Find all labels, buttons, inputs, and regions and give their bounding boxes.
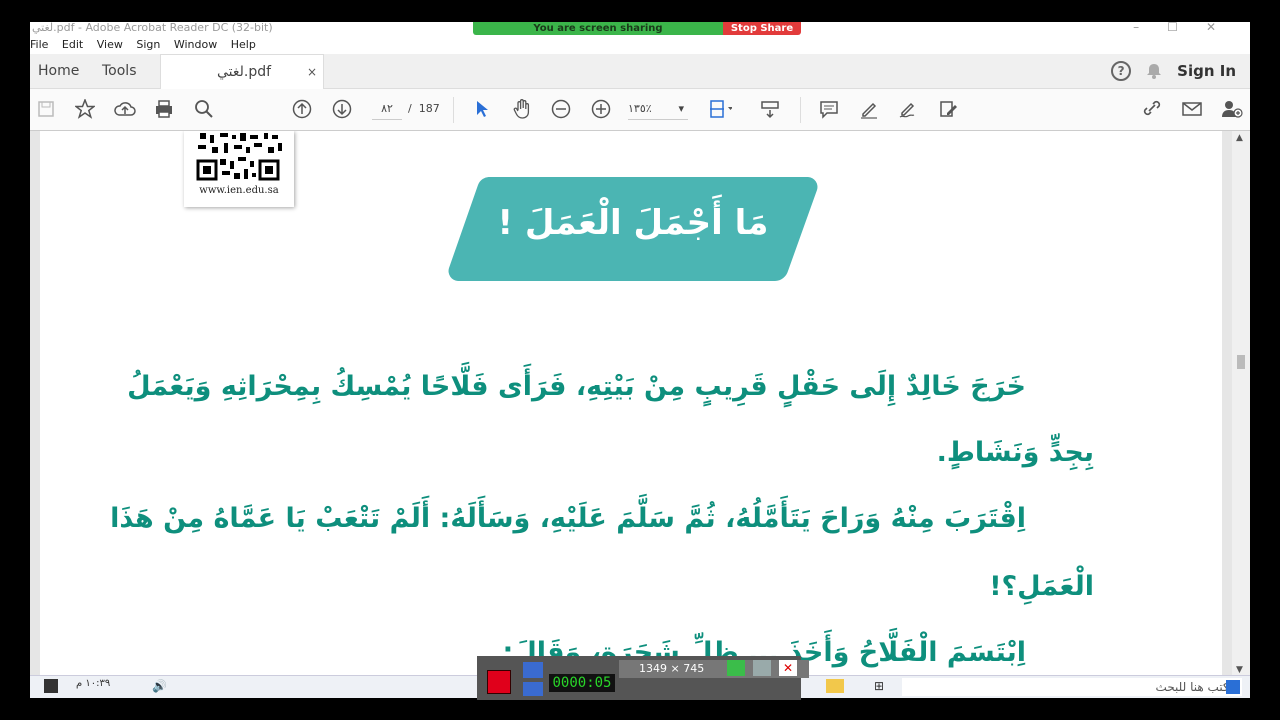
menu-view[interactable]: View	[97, 38, 123, 51]
recording-timer: 0000:05	[549, 674, 615, 692]
zoom-out-icon[interactable]	[549, 97, 573, 121]
page-fit-icon[interactable]	[708, 97, 732, 121]
screen-share-bar: You are screen sharing Stop Share	[473, 22, 801, 35]
tab-close-icon[interactable]: ×	[307, 55, 317, 89]
notes-icon[interactable]	[44, 679, 58, 693]
pause-icon[interactable]	[523, 682, 543, 696]
qr-card: www.ien.edu.sa	[184, 131, 294, 207]
previous-page-icon[interactable]	[290, 97, 314, 121]
toolbar: ٨٢ / 187 ١٣٥٪ ▾	[30, 89, 1250, 131]
window-controls: –☐✕	[1133, 22, 1244, 34]
tab-tools[interactable]: Tools	[102, 54, 137, 88]
scroll-mode-icon[interactable]	[758, 97, 782, 121]
minimize-icon[interactable]: –	[1133, 22, 1167, 34]
paragraph-line: اِقْتَرَبَ مِنْهُ وَرَاحَ يَتَأَمَّلُهُ،…	[110, 503, 1026, 534]
stop-share-button[interactable]: Stop Share	[723, 22, 801, 35]
hand-tool-icon[interactable]	[510, 97, 534, 121]
tab-home[interactable]: Home	[38, 54, 79, 88]
save-icon[interactable]	[34, 97, 58, 121]
scroll-down-icon[interactable]: ▼	[1236, 665, 1243, 675]
edit-pdf-icon[interactable]	[936, 97, 960, 121]
next-page-icon[interactable]	[330, 97, 354, 121]
bell-icon[interactable]	[1145, 62, 1163, 80]
zoom-select[interactable]: ١٣٥٪ ▾	[628, 99, 688, 120]
tab-document-label: لغتي.pdf	[217, 64, 272, 80]
sharing-indicator: You are screen sharing	[473, 22, 723, 35]
zoom-value: ١٣٥٪	[628, 102, 652, 115]
pdf-page: www.ien.edu.sa مَا أَجْمَلَ الْعَمَلَ ! …	[40, 131, 1222, 677]
draw-sign-icon[interactable]	[896, 97, 920, 121]
close-window-icon[interactable]: ✕	[1206, 22, 1244, 34]
share-text: You are screen sharing	[533, 23, 663, 34]
close-recorder-icon[interactable]: ✕	[779, 660, 797, 676]
scroll-thumb[interactable]	[1237, 355, 1245, 369]
sign-in-button[interactable]: Sign In	[1177, 62, 1236, 80]
paragraph-line: الْعَمَلِ؟!	[989, 571, 1094, 602]
maximize-icon[interactable]: ☐	[1167, 22, 1206, 34]
print-icon[interactable]	[152, 97, 176, 121]
page-heading: مَا أَجْمَلَ الْعَمَلَ !	[497, 203, 769, 243]
minimize-region-icon[interactable]	[753, 660, 771, 676]
maximize-region-icon[interactable]	[727, 660, 745, 676]
zoom-in-icon[interactable]	[589, 97, 613, 121]
page-total: / 187	[408, 99, 440, 119]
scroll-up-icon[interactable]: ▲	[1236, 133, 1243, 143]
chevron-down-icon: ▾	[678, 102, 684, 115]
toolbar-divider	[453, 97, 454, 123]
tab-bar: Home Tools لغتي.pdf × ? Sign In	[30, 54, 1250, 89]
account-area: ? Sign In	[1111, 54, 1236, 88]
volume-icon[interactable]: 🔊	[152, 679, 167, 693]
menu-help[interactable]: Help	[231, 38, 256, 51]
windows-start-icon[interactable]	[1226, 680, 1240, 694]
menu-file[interactable]: File	[30, 38, 48, 51]
email-icon[interactable]	[1180, 97, 1204, 121]
vertical-scrollbar[interactable]: ▲ ▼	[1232, 131, 1250, 677]
folder-icon[interactable]	[826, 679, 844, 693]
menu-bar: File Edit View Sign Window Help	[30, 38, 1250, 54]
window-title: لغتي.pdf - Adobe Acrobat Reader DC (32-b…	[32, 22, 273, 34]
taskbar-search-input[interactable]: اكتب هنا للبحث	[902, 678, 1242, 696]
acrobat-window: لغتي.pdf - Adobe Acrobat Reader DC (32-b…	[30, 22, 1250, 697]
bookmark-star-icon[interactable]	[73, 97, 97, 121]
task-view-icon[interactable]: ⊞	[874, 679, 884, 693]
zoom-search-icon[interactable]	[192, 97, 216, 121]
page-total-value: 187	[418, 102, 440, 115]
help-icon[interactable]: ?	[1111, 61, 1132, 81]
page-number-input[interactable]: ٨٢	[372, 99, 402, 120]
paragraph-line: بِجِدٍّ وَنَشَاطٍ.	[936, 437, 1094, 468]
upload-cloud-icon[interactable]	[113, 97, 137, 121]
recorder-widget: 0000:05 1349 × 745 ✕	[477, 656, 809, 700]
highlight-pen-icon[interactable]	[857, 97, 881, 121]
document-area: www.ien.edu.sa مَا أَجْمَلَ الْعَمَلَ ! …	[30, 131, 1250, 677]
page-separator: /	[408, 102, 412, 115]
qr-code-icon	[194, 131, 284, 183]
stop-share-label: Stop Share	[730, 23, 794, 34]
menu-sign[interactable]: Sign	[136, 38, 160, 51]
menu-window[interactable]: Window	[174, 38, 217, 51]
stop-record-button[interactable]	[487, 670, 511, 694]
add-user-icon[interactable]	[1220, 97, 1244, 121]
comment-icon[interactable]	[817, 97, 841, 121]
paragraph-line: خَرَجَ خَالِدٌ إِلَى حَقْلٍ قَرِيبٍ مِنْ…	[127, 371, 1026, 402]
menu-edit[interactable]: Edit	[62, 38, 83, 51]
title-bar: لغتي.pdf - Adobe Acrobat Reader DC (32-b…	[30, 22, 1250, 38]
share-link-icon[interactable]	[1140, 97, 1164, 121]
select-cursor-icon[interactable]	[470, 97, 494, 121]
camera-icon[interactable]	[523, 662, 543, 678]
taskbar-clock[interactable]: ١٠:٣٩ م	[76, 678, 110, 689]
tab-document[interactable]: لغتي.pdf ×	[160, 54, 324, 89]
toolbar-divider	[800, 97, 801, 123]
qr-url[interactable]: www.ien.edu.sa	[184, 185, 294, 196]
